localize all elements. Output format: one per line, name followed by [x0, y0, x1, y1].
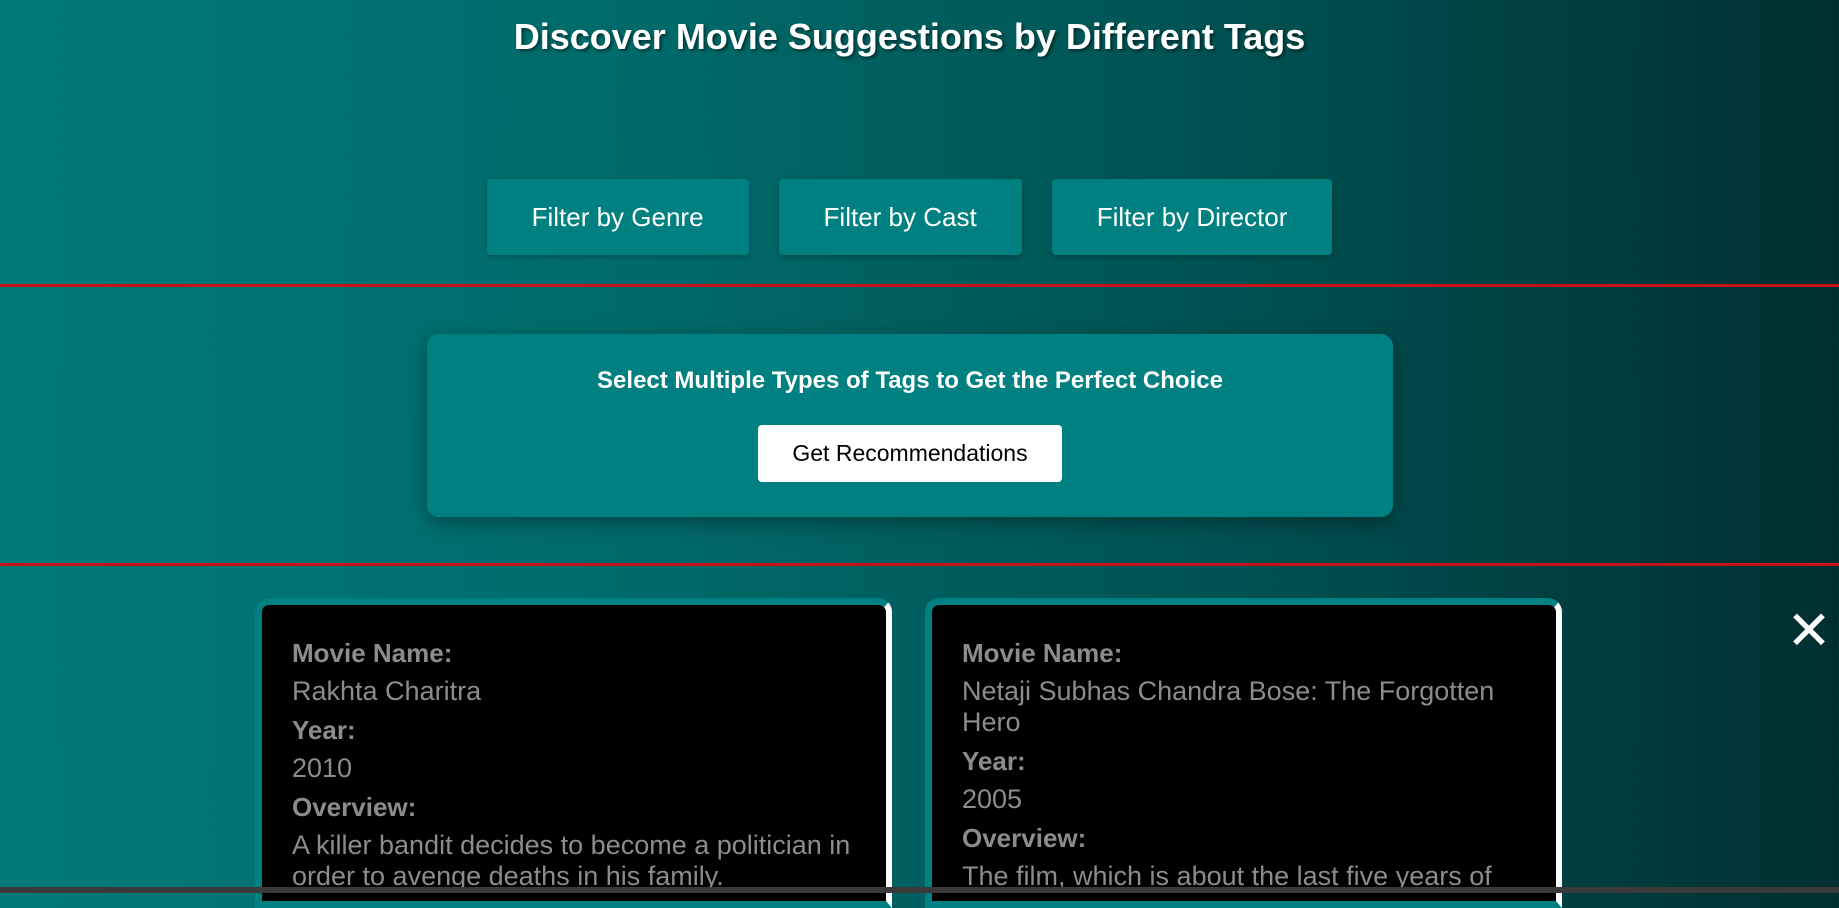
get-recommendations-button[interactable]: Get Recommendations: [758, 425, 1062, 482]
close-icon[interactable]: ✕: [1785, 603, 1833, 659]
movie-name-value: Rakhta Charitra: [292, 676, 482, 706]
movie-year-value: 2010: [292, 753, 353, 783]
movie-name-label: Movie Name:: [292, 638, 453, 668]
movie-card: Movie Name: Netaji Subhas Chandra Bose: …: [925, 598, 1562, 908]
bottom-divider: [0, 563, 1839, 566]
movie-year-label: Year:: [292, 715, 356, 745]
movie-overview-label: Overview:: [962, 823, 1087, 853]
panel-heading: Select Multiple Types of Tags to Get the…: [597, 367, 1223, 394]
filter-button-row: Filter by Genre Filter by Cast Filter by…: [0, 179, 1819, 255]
movie-card: Movie Name: Rakhta Charitra Year: 2010 O…: [255, 598, 892, 908]
movie-year-label: Year:: [962, 746, 1026, 776]
recommendation-panel: Select Multiple Types of Tags to Get the…: [427, 334, 1393, 517]
results-list: Movie Name: Rakhta Charitra Year: 2010 O…: [255, 598, 1562, 908]
filter-by-director-button[interactable]: Filter by Director: [1051, 179, 1333, 255]
top-divider: [0, 284, 1839, 287]
horizontal-scrollbar[interactable]: [0, 887, 1839, 893]
page-title: Discover Movie Suggestions by Different …: [513, 16, 1306, 57]
movie-overview-value: A killer bandit decides to become a poli…: [292, 830, 851, 891]
movie-year-value: 2005: [962, 784, 1023, 814]
filter-by-genre-button[interactable]: Filter by Genre: [486, 179, 749, 255]
movie-overview-label: Overview:: [292, 792, 417, 822]
movie-name-label: Movie Name:: [962, 638, 1123, 668]
filter-by-cast-button[interactable]: Filter by Cast: [778, 179, 1022, 255]
movie-name-value: Netaji Subhas Chandra Bose: The Forgotte…: [962, 676, 1495, 737]
